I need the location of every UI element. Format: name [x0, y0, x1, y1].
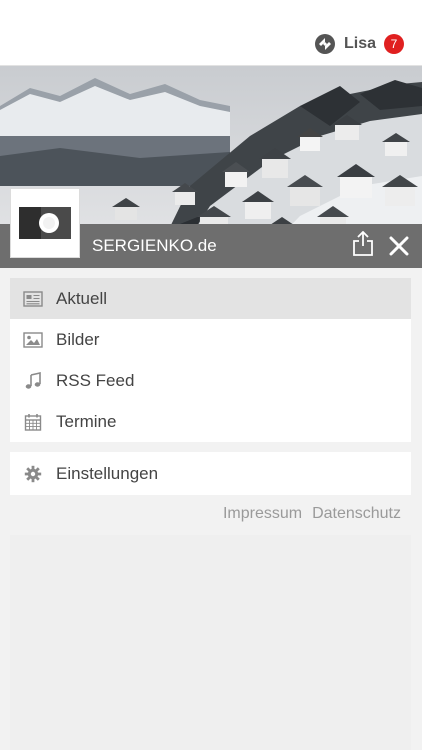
menu-label: Einstellungen [56, 463, 159, 483]
site-logo [10, 188, 80, 258]
share-icon[interactable] [352, 231, 374, 257]
notification-badge: 7 [384, 34, 404, 54]
newspaper-icon [23, 289, 43, 309]
user-chip[interactable]: Lisa 7 [314, 32, 404, 56]
image-icon [23, 330, 43, 350]
menu-label: Aktuell [56, 288, 108, 308]
main-menu: Aktuell Bilder RSS Feed Termine [10, 278, 411, 442]
gear-icon [23, 464, 43, 484]
site-title: SERGIENKO.de [92, 236, 217, 255]
menu-label: Termine [56, 411, 117, 431]
menu-label: Bilder [56, 329, 100, 349]
empty-content-area [10, 535, 411, 750]
menu-label: RSS Feed [56, 370, 135, 390]
menu-item-bilder[interactable]: Bilder [10, 319, 411, 360]
settings-section: Einstellungen [10, 452, 411, 495]
menu-item-termine[interactable]: Termine [10, 401, 411, 442]
music-note-icon [23, 371, 43, 391]
top-bar: Lisa 7 [0, 0, 422, 66]
app-logo-icon [314, 34, 335, 54]
datenschutz-link[interactable]: Datenschutz [312, 505, 401, 523]
menu-item-aktuell[interactable]: Aktuell [10, 278, 411, 319]
footer-links: Impressum Datenschutz [223, 505, 401, 523]
menu-item-rss-feed[interactable]: RSS Feed [10, 360, 411, 401]
user-name: Lisa [343, 35, 376, 52]
close-icon[interactable] [388, 235, 410, 257]
menu-item-einstellungen[interactable]: Einstellungen [10, 452, 411, 495]
calendar-icon [23, 412, 43, 432]
camera-logo-icon [19, 207, 71, 239]
impressum-link[interactable]: Impressum [223, 505, 302, 523]
